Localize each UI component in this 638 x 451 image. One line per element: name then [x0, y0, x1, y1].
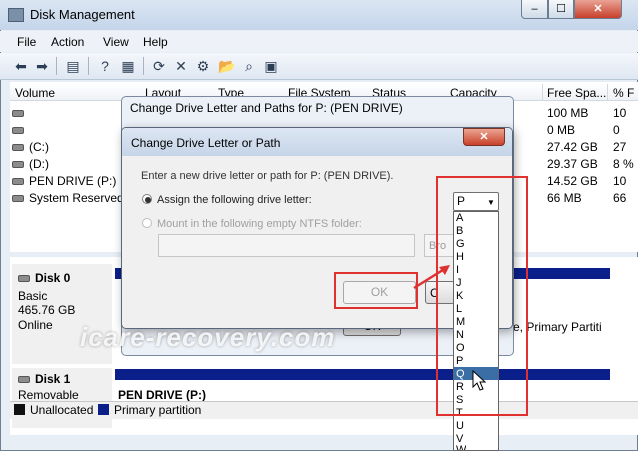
- delete-icon[interactable]: ✕: [172, 57, 190, 75]
- dialog-close-button[interactable]: ✕: [463, 128, 505, 146]
- window-title: Disk Management: [30, 7, 135, 22]
- volume-row[interactable]: (D:): [12, 157, 49, 171]
- back-icon[interactable]: ⬅: [12, 57, 30, 75]
- percent-free-value: 8 %: [613, 157, 634, 171]
- view-icon[interactable]: ▣: [262, 57, 280, 75]
- disk-0-name: Disk 0: [18, 271, 70, 285]
- column-divider: [607, 84, 608, 101]
- mount-folder-label[interactable]: Mount in the following empty NTFS folder…: [157, 218, 362, 230]
- settings-icon[interactable]: ⚙: [194, 57, 212, 75]
- drive-icon: [12, 195, 24, 203]
- drive-letter-option[interactable]: W: [456, 444, 466, 450]
- percent-free-value: 66: [613, 191, 627, 205]
- change-paths-dialog-title: Change Drive Letter and Paths for P: (PE…: [130, 101, 403, 115]
- watermark-text: icare-recovery.com: [80, 322, 336, 352]
- help-icon[interactable]: ?: [96, 57, 114, 75]
- column-volume[interactable]: Volume: [15, 86, 55, 100]
- menu-help[interactable]: Help: [143, 35, 168, 49]
- disk-0-size: 465.76 GB: [18, 303, 76, 317]
- drive-letter-option[interactable]: U: [456, 420, 464, 433]
- drive-icon: [12, 161, 24, 169]
- drive-icon: [18, 275, 30, 283]
- legend-primary: Primary partition: [114, 403, 202, 417]
- forward-icon[interactable]: ➡: [33, 57, 51, 75]
- volume-row[interactable]: [12, 123, 29, 137]
- disk-management-icon: [8, 8, 24, 22]
- dialog-prompt: Enter a new drive letter or path for P: …: [141, 170, 394, 182]
- minimize-button[interactable]: –: [521, 0, 548, 19]
- menu-bar: [0, 31, 638, 52]
- open-icon[interactable]: 📂: [218, 57, 236, 75]
- mouse-cursor-icon: [472, 370, 487, 391]
- disk-0-status: Online: [18, 318, 53, 332]
- disk-1-partition-bar[interactable]: [115, 369, 610, 380]
- console-tree-icon[interactable]: ▤: [64, 57, 82, 75]
- close-button[interactable]: ✕: [574, 0, 622, 19]
- toolbar-divider: [143, 57, 144, 75]
- free-space-value: 0 MB: [547, 123, 576, 137]
- percent-free-value: 10: [613, 174, 627, 188]
- folder-path-input[interactable]: [158, 234, 415, 257]
- drive-icon: [12, 127, 24, 135]
- disk-1-type: Removable: [18, 388, 79, 402]
- disk-0-type: Basic: [18, 289, 48, 303]
- menu-file[interactable]: File: [17, 35, 36, 49]
- volume-row[interactable]: PEN DRIVE (P:): [12, 174, 116, 188]
- drive-icon: [12, 110, 24, 118]
- column-divider: [542, 84, 543, 101]
- toolbar-divider: [88, 57, 89, 75]
- search-icon[interactable]: ⌕: [240, 57, 258, 75]
- primary-partition-swatch: [98, 404, 109, 415]
- column-free-space[interactable]: Free Spa...: [547, 86, 606, 100]
- pen-drive-partition-label[interactable]: PEN DRIVE (P:): [118, 388, 206, 402]
- legend-unallocated: Unallocated: [30, 403, 94, 417]
- drive-icon: [18, 376, 30, 384]
- volume-row[interactable]: [12, 106, 29, 120]
- red-arrow-icon: [413, 265, 450, 290]
- volume-row[interactable]: System Reserved: [12, 191, 124, 205]
- drive-icon: [12, 144, 24, 152]
- menu-view[interactable]: View: [103, 35, 129, 49]
- free-space-value: 29.37 GB: [547, 157, 598, 171]
- percent-free-value: 27: [613, 140, 627, 154]
- drive-icon: [12, 178, 24, 186]
- free-space-value: 100 MB: [547, 106, 589, 120]
- maximize-button[interactable]: ☐: [548, 0, 574, 19]
- percent-free-value: 10: [613, 106, 627, 120]
- properties-icon[interactable]: ▦: [119, 57, 137, 75]
- toolbar-divider: [56, 57, 57, 75]
- free-space-value: 27.42 GB: [547, 140, 598, 154]
- free-space-value: 14.52 GB: [547, 174, 598, 188]
- column-percent-free[interactable]: % F: [613, 86, 634, 100]
- change-letter-dialog-title: Change Drive Letter or Path: [131, 136, 281, 150]
- percent-free-value: 0: [613, 123, 620, 137]
- refresh-icon[interactable]: ⟳: [150, 57, 168, 75]
- menu-action[interactable]: Action: [51, 35, 84, 49]
- radio-selected-dot: [145, 197, 151, 203]
- free-space-value: 66 MB: [547, 191, 582, 205]
- volume-row[interactable]: (C:): [12, 140, 49, 154]
- ok-highlight-box: [334, 272, 418, 309]
- disk-1-name: Disk 1: [18, 372, 70, 386]
- assign-letter-label[interactable]: Assign the following drive letter:: [157, 194, 312, 206]
- mount-folder-radio[interactable]: [142, 218, 152, 228]
- unallocated-swatch: [14, 404, 25, 415]
